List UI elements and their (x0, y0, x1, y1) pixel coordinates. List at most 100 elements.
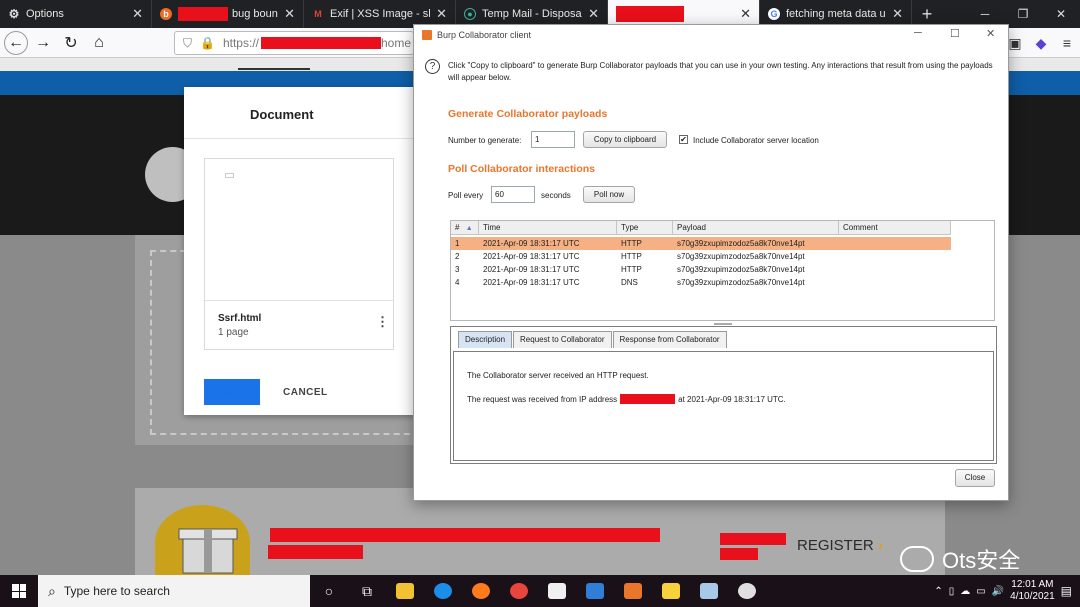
maximize-icon[interactable]: ❐ (1004, 0, 1042, 28)
tab-response-from-collaborator[interactable]: Response from Collaborator (612, 331, 727, 348)
address-bar[interactable]: ⛉ 🔒 https:// home (174, 31, 414, 55)
table-row[interactable]: 3 2021-Apr-09 18:31:17 UTC HTTP s70g39zx… (451, 263, 951, 276)
dialog-title: Document (250, 107, 314, 122)
number-input[interactable]: 1 (531, 131, 575, 148)
close-icon[interactable]: ✕ (1042, 0, 1080, 28)
windows-taskbar: ⌕ Type here to search ○ ⧉ ⌃ ▯ ☁ ▭ 🔊 12:0… (0, 575, 1080, 607)
tab-options[interactable]: ⚙ Options ✕ (0, 0, 152, 28)
column-header-comment[interactable]: Comment (839, 221, 951, 235)
home-icon[interactable]: ⌂ (86, 30, 112, 56)
tab-request-to-collaborator[interactable]: Request to Collaborator (513, 331, 612, 348)
seconds-label: seconds (541, 191, 571, 200)
gift-box-icon (178, 528, 238, 574)
document-thumbnail (205, 159, 393, 301)
row-number: 1 (455, 239, 460, 248)
close-icon[interactable]: ✕ (986, 27, 995, 40)
row-time: 2021-Apr-09 18:31:17 UTC (483, 252, 580, 261)
pane-splitter-handle[interactable] (714, 323, 732, 325)
minimize-icon[interactable]: ─ (914, 27, 922, 39)
burp-collaborator-window: Burp Collaborator client ─ ☐ ✕ ? Click "… (413, 24, 1009, 501)
chevron-up-icon[interactable]: ⌃ (934, 586, 942, 597)
tab-title: Exif | XSS Image - shahje (330, 8, 430, 20)
lock-icon: 🔒 (200, 36, 215, 50)
file-name: Ssrf.html (218, 313, 262, 324)
maximize-icon[interactable]: ☐ (950, 27, 960, 40)
back-arrow-icon[interactable]: ← (4, 30, 28, 55)
taskbar-search[interactable]: ⌕ Type here to search (38, 575, 310, 607)
register-link[interactable]: REGISTER › (797, 537, 883, 554)
column-header-payload[interactable]: Payload (673, 221, 839, 235)
document-card[interactable]: Ssrf.html 1 page ⋮ (204, 158, 394, 350)
include-location-checkbox[interactable]: ✔ (679, 135, 688, 144)
help-icon[interactable]: ? (425, 59, 440, 74)
redacted-ip (620, 394, 676, 404)
paint-icon[interactable] (728, 575, 766, 607)
notepad-icon[interactable] (690, 575, 728, 607)
number-label: Number to generate: (448, 136, 522, 145)
chrome-icon[interactable] (500, 575, 538, 607)
shield-icon: ⛉ (183, 35, 193, 50)
reload-icon[interactable]: ↻ (58, 30, 84, 56)
file-explorer-icon[interactable] (386, 575, 424, 607)
forward-arrow-icon[interactable]: → (30, 30, 56, 56)
tab-title: Temp Mail - Disposable T (482, 8, 582, 20)
menu-icon[interactable]: ≡ (1054, 35, 1080, 51)
redacted-promo-text (268, 545, 363, 559)
url-protocol: https:// (222, 36, 259, 50)
close-tab-icon[interactable]: ✕ (740, 6, 751, 22)
notifications-icon[interactable]: ▤ (1061, 584, 1072, 598)
redacted-promo-text (720, 533, 786, 545)
extension-badge-icon[interactable]: ◆ (1028, 35, 1054, 52)
close-tab-icon[interactable]: ✕ (284, 6, 295, 22)
burp-suite-icon[interactable] (614, 575, 652, 607)
windows-logo-icon (12, 584, 26, 598)
copy-to-clipboard-button[interactable]: Copy to clipboard (583, 131, 667, 148)
close-tab-icon[interactable]: ✕ (892, 6, 903, 22)
poll-heading: Poll Collaborator interactions (448, 163, 596, 175)
edge-icon[interactable] (424, 575, 462, 607)
device-icon[interactable]: ▯ (949, 586, 955, 597)
redacted-block (616, 6, 684, 22)
column-header-number[interactable]: # ▲ (451, 221, 479, 235)
clock[interactable]: 12:01 AM 4/10/2021 (1010, 579, 1055, 603)
mail-icon[interactable] (576, 575, 614, 607)
redacted-block (178, 7, 228, 21)
close-tab-icon[interactable]: ✕ (436, 6, 447, 22)
column-header-time[interactable]: Time (479, 221, 617, 235)
row-payload: s70g39zxupimzodoz5a8k70nve14pt (677, 278, 805, 287)
start-button[interactable] (0, 575, 38, 607)
close-tab-icon[interactable]: ✕ (588, 6, 599, 22)
more-vert-icon[interactable]: ⋮ (376, 314, 389, 330)
register-label: REGISTER (797, 537, 874, 554)
table-row[interactable]: 4 2021-Apr-09 18:31:17 UTC DNS s70g39zxu… (451, 276, 951, 289)
document-viewer-icon[interactable] (538, 575, 576, 607)
close-button[interactable]: Close (955, 469, 995, 487)
network-icon[interactable]: ▭ (976, 586, 985, 597)
tab-title: bug bounty (232, 8, 278, 20)
include-location-label: Include Collaborator server location (693, 136, 819, 145)
cancel-button[interactable]: CANCEL (283, 387, 328, 398)
sticky-notes-icon[interactable] (652, 575, 690, 607)
poll-interval-input[interactable]: 60 (491, 186, 535, 203)
cortana-icon[interactable]: ○ (310, 575, 348, 607)
column-header-type[interactable]: Type (617, 221, 673, 235)
burp-logo-icon (422, 30, 432, 40)
row-time: 2021-Apr-09 18:31:17 UTC (483, 239, 580, 248)
tab-description[interactable]: Description (458, 331, 513, 348)
firefox-icon[interactable] (462, 575, 500, 607)
url-path: home (381, 36, 412, 50)
tab-bug-bounty[interactable]: b bug bounty ✕ (152, 0, 304, 28)
interactions-table[interactable]: # ▲ Time Type Payload Comment 1 2021-Apr… (450, 220, 995, 321)
table-row[interactable]: 1 2021-Apr-09 18:31:17 UTC HTTP s70g39zx… (451, 237, 951, 250)
close-tab-icon[interactable]: ✕ (132, 6, 143, 22)
window-titlebar: Burp Collaborator client ─ ☐ ✕ (414, 25, 1008, 45)
poll-now-button[interactable]: Poll now (583, 186, 635, 203)
save-button[interactable]: SAVE (204, 379, 260, 405)
table-row[interactable]: 2 2021-Apr-09 18:31:17 UTC HTTP s70g39zx… (451, 250, 951, 263)
task-view-icon[interactable]: ⧉ (348, 575, 386, 607)
volume-icon[interactable]: 🔊 (992, 586, 1004, 597)
row-type: HTTP (621, 239, 642, 248)
cloud-icon[interactable]: ☁ (960, 586, 970, 597)
details-tabs: Description Request to Collaborator Resp… (458, 331, 728, 348)
redacted-host (261, 37, 381, 49)
